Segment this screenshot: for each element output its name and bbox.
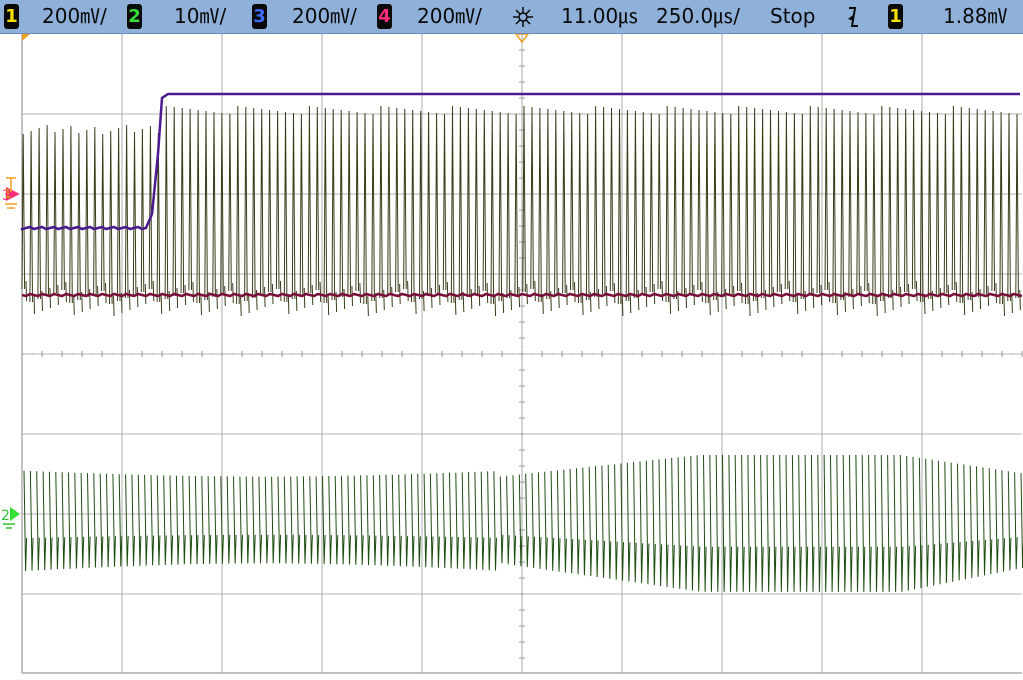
channel-4-number: 4	[378, 6, 391, 27]
channel-2-trace	[23, 454, 1023, 592]
left-edge-marker	[22, 34, 30, 41]
channel-4-scale[interactable]: 200㎷/	[417, 0, 482, 33]
trigger-source-number: 1	[889, 6, 902, 27]
channel-1-number: 1	[5, 6, 18, 27]
channel-1-ground-label: 1	[4, 187, 12, 201]
channel-2-badge[interactable]: 2	[127, 4, 142, 29]
trigger-delay-icon	[508, 2, 538, 35]
channel-2-ground-marker[interactable]: 2	[1, 507, 20, 529]
channel-3-number: 3	[253, 6, 266, 27]
waveform-canvas[interactable]: 3 1 2	[0, 33, 1023, 676]
traces	[20, 92, 1023, 592]
channel-2-number: 2	[128, 6, 141, 27]
falling-edge-trigger-icon[interactable]	[842, 2, 866, 35]
channel-3-scale[interactable]: 200㎷/	[292, 0, 357, 33]
channel-1-trace	[21, 105, 1021, 317]
graticule	[21, 33, 1023, 674]
status-bar: 1 200㎷/ 2 10㎷/ 3 200㎷/ 4 200㎷/ 11.00㎲ 25…	[0, 0, 1023, 34]
channel-4-badge[interactable]: 4	[377, 4, 392, 29]
waveform-display[interactable]: 3 1 2	[0, 33, 1023, 676]
channel-1-scale[interactable]: 200㎷/	[42, 0, 107, 33]
delay-value[interactable]: 11.00㎲	[561, 0, 638, 33]
channel-2-ground-label: 2	[1, 508, 10, 524]
trigger-source-badge[interactable]: 1	[888, 4, 903, 29]
channel-3-badge[interactable]: 3	[252, 4, 267, 29]
channel-1-badge[interactable]: 1	[4, 4, 19, 29]
run-state[interactable]: Stop	[770, 0, 815, 33]
trigger-level-value[interactable]: 1.88㎷	[943, 0, 1008, 33]
channel-2-scale[interactable]: 10㎷/	[174, 0, 226, 33]
timebase-value[interactable]: 250.0㎲/	[656, 0, 740, 33]
